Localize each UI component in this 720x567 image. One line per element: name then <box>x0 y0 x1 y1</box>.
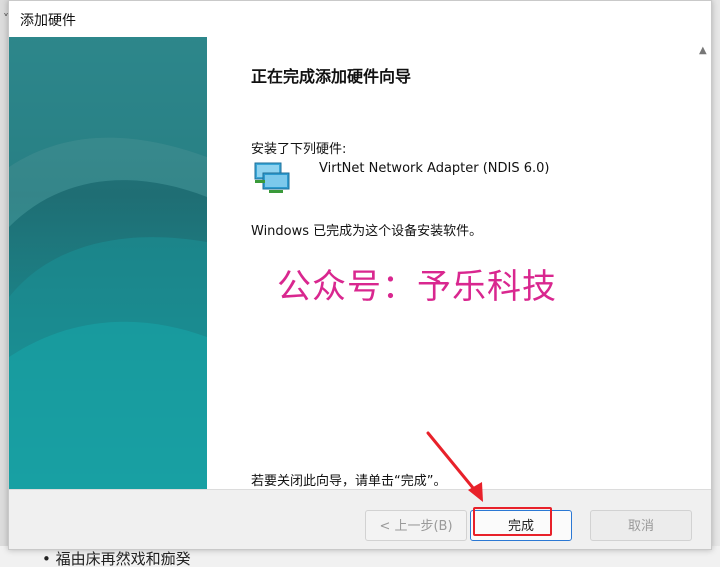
network-adapter-icon <box>254 162 290 193</box>
wizard-content: 正在完成添加硬件向导 安装了下列硬件: VirtNet Network Adap… <box>207 37 697 489</box>
banner-swoosh-graphic <box>9 37 207 489</box>
title-bar[interactable]: 添加硬件 <box>9 1 711 37</box>
back-button[interactable]: < 上一步(B) <box>365 510 467 541</box>
install-complete-text: Windows 已完成为这个设备安装软件。 <box>251 224 483 239</box>
finish-button[interactable]: 完成 <box>470 510 572 541</box>
wizard-banner <box>9 37 207 489</box>
cancel-button[interactable]: 取消 <box>590 510 692 541</box>
scrollbar[interactable]: ▲ <box>697 37 711 489</box>
add-hardware-dialog: 添加硬件 正在完成添加硬件向导 安装了下列硬件: VirtNet Network… <box>8 0 712 550</box>
installed-hardware-label: 安装了下列硬件: <box>251 142 347 157</box>
background-window-edge-right <box>712 0 720 567</box>
close-hint-text: 若要关闭此向导，请单击“完成”。 <box>251 474 447 489</box>
dialog-footer: < 上一步(B) 完成 取消 <box>9 489 711 549</box>
window-title: 添加硬件 <box>20 13 76 29</box>
watermark-text: 公众号：予乐科技 <box>277 267 557 307</box>
device-name: VirtNet Network Adapter (NDIS 6.0) <box>319 161 550 176</box>
background-strip-text: • 福由床再然戏和痂癸 <box>42 550 191 567</box>
background-window-edge: ˅ <box>0 0 9 567</box>
chevron-up-icon[interactable]: ▲ <box>699 45 707 56</box>
page-title: 正在完成添加硬件向导 <box>251 67 412 86</box>
